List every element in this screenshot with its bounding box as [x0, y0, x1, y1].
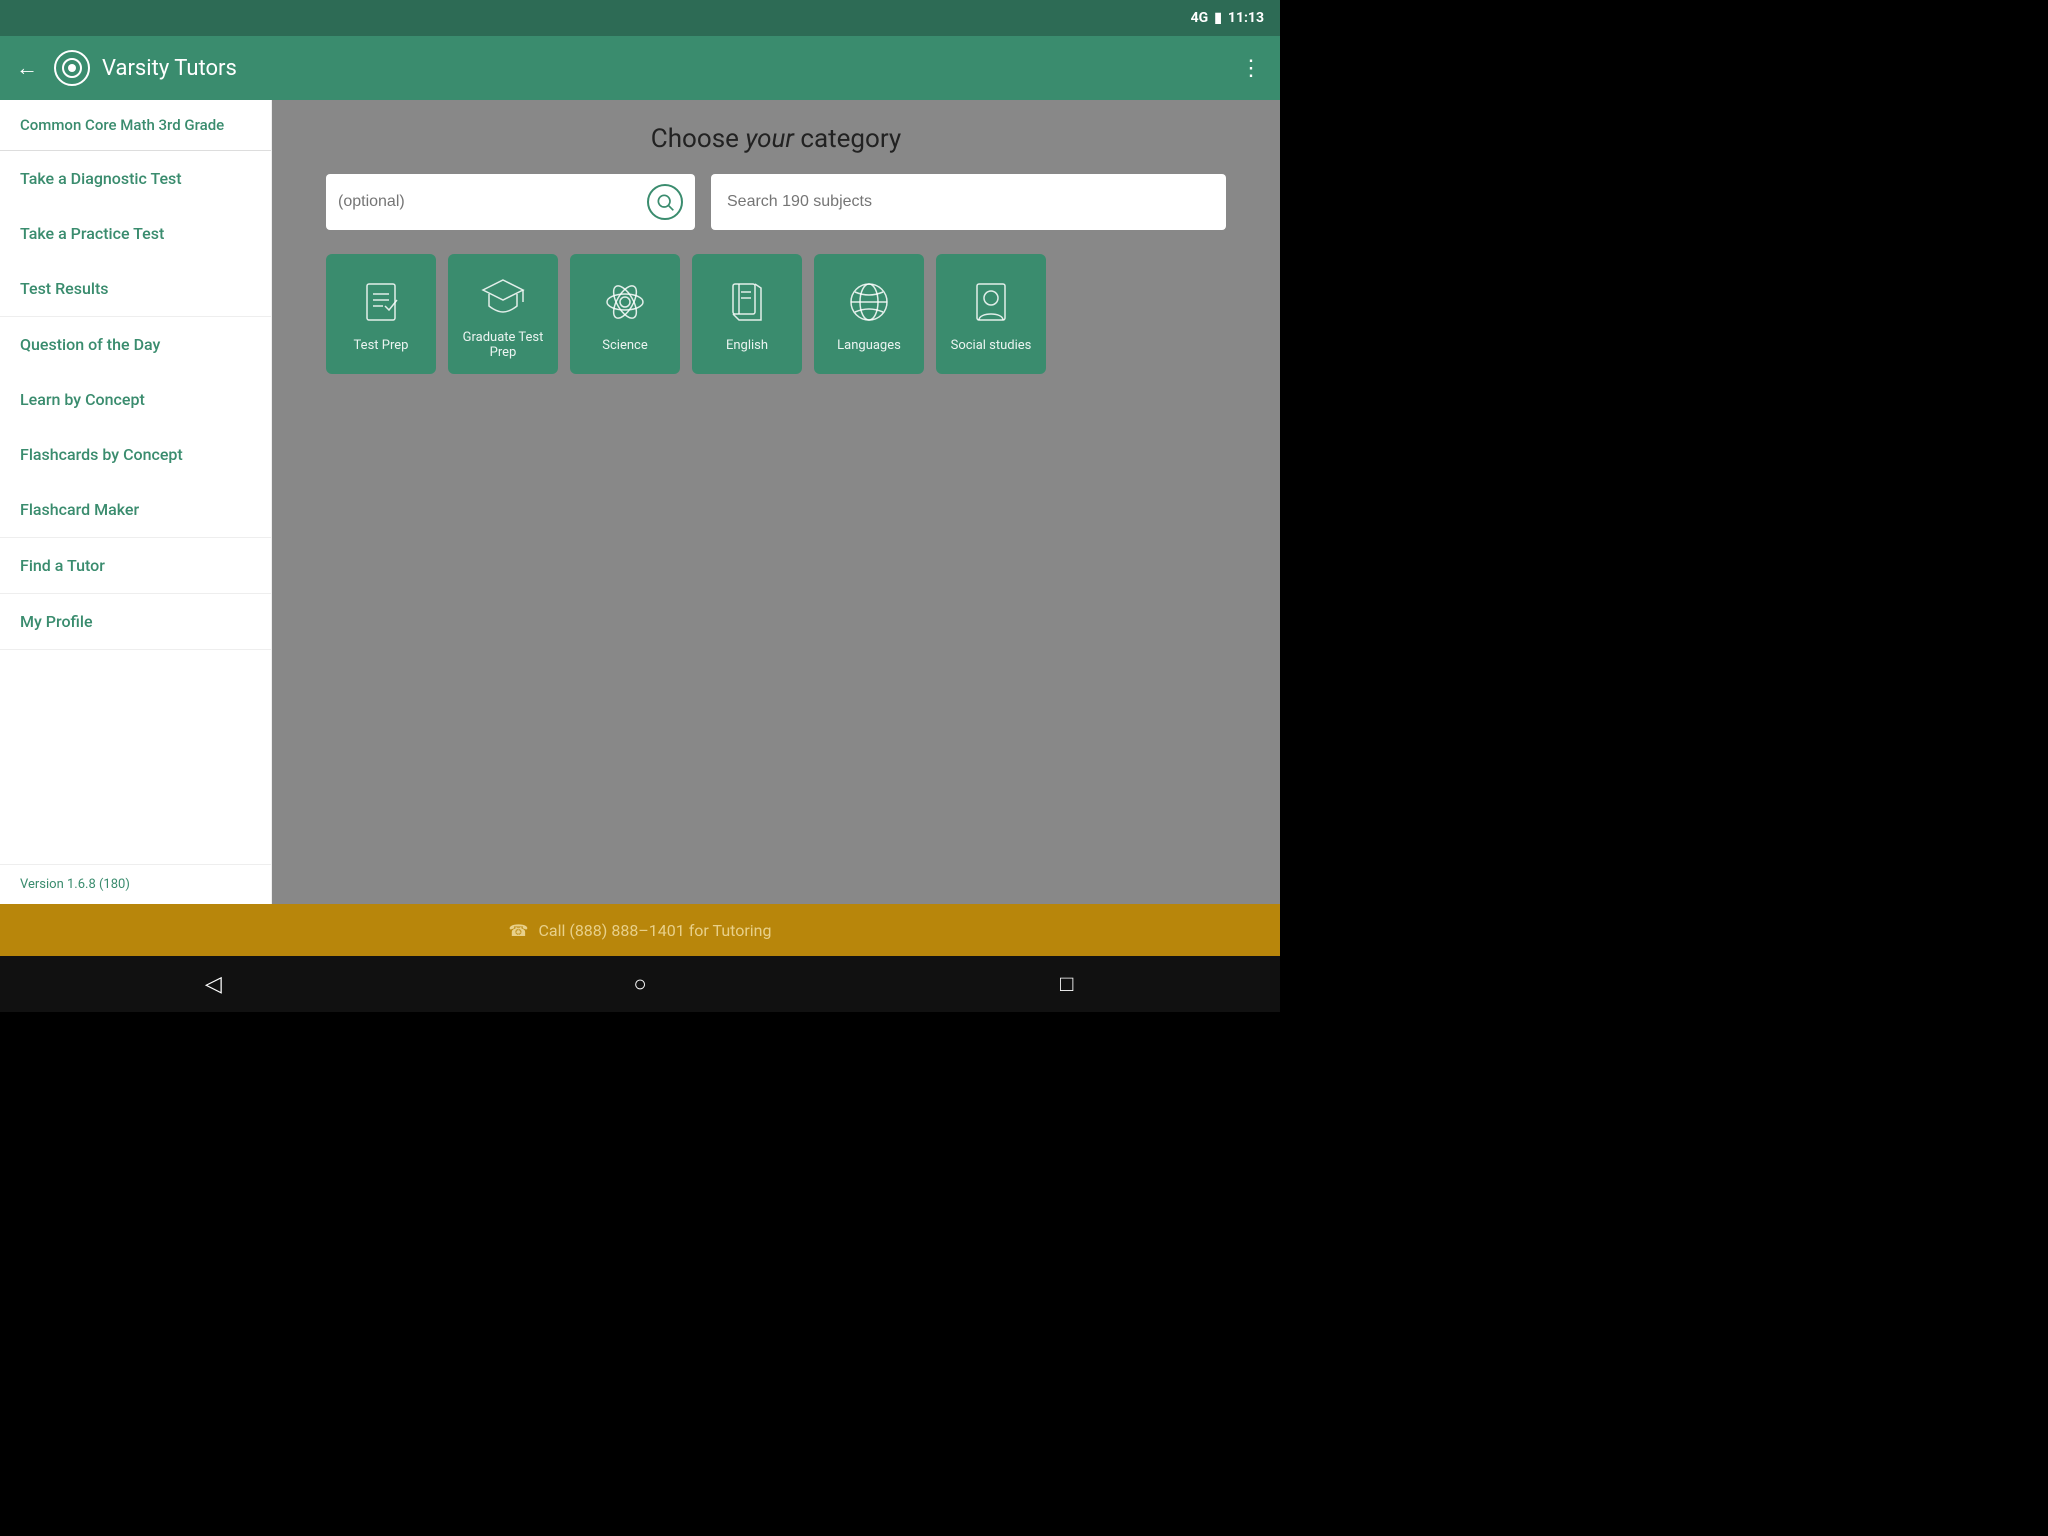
- title-italic: your: [745, 124, 794, 154]
- gold-bar-text: Call (888) 888–1401 for Tutoring: [538, 921, 771, 940]
- gold-bar[interactable]: ☎ Call (888) 888–1401 for Tutoring: [0, 904, 1280, 956]
- sidebar-spacer: [0, 650, 271, 864]
- sidebar-item-take-diagnostic-test[interactable]: Take a Diagnostic Test: [0, 151, 271, 206]
- category-grid: Test Prep Graduate Test Prep: [326, 254, 1226, 374]
- social-studies-icon: [965, 276, 1017, 328]
- category-card-english[interactable]: English: [692, 254, 802, 374]
- sidebar-group-profile: My Profile: [0, 594, 271, 650]
- main-layout: Common Core Math 3rd Grade Take a Diagno…: [0, 100, 1280, 904]
- test-prep-icon: [355, 276, 407, 328]
- category-card-social-studies[interactable]: Social studies: [936, 254, 1046, 374]
- sidebar-item-my-profile[interactable]: My Profile: [0, 594, 271, 649]
- optional-search-input[interactable]: [338, 193, 647, 211]
- sidebar-group-tutor: Find a Tutor: [0, 538, 271, 594]
- nav-recents-button[interactable]: □: [1037, 964, 1097, 1004]
- app-logo: [54, 50, 90, 86]
- search-icon-button[interactable]: [647, 184, 683, 220]
- signal-indicator: 4G: [1191, 10, 1209, 26]
- sidebar-header: Common Core Math 3rd Grade: [0, 100, 271, 151]
- science-icon: [599, 276, 651, 328]
- app-bar: ← Varsity Tutors ⋮: [0, 36, 1280, 100]
- app-title: Varsity Tutors: [102, 56, 1240, 81]
- optional-search-box[interactable]: [326, 174, 695, 230]
- nav-back-button[interactable]: ◁: [183, 964, 243, 1004]
- test-prep-label: Test Prep: [354, 338, 409, 353]
- graduate-test-prep-icon: [477, 268, 529, 320]
- battery-icon: ▮: [1214, 10, 1222, 26]
- back-button[interactable]: ←: [16, 55, 38, 81]
- sidebar-item-flashcards-by-concept[interactable]: Flashcards by Concept: [0, 427, 271, 482]
- sidebar-item-learn-by-concept[interactable]: Learn by Concept: [0, 372, 271, 427]
- subject-search-input[interactable]: [727, 193, 1210, 211]
- category-card-graduate-test-prep[interactable]: Graduate Test Prep: [448, 254, 558, 374]
- subject-search-box[interactable]: [711, 174, 1226, 230]
- sidebar-group-tests: Take a Diagnostic Test Take a Practice T…: [0, 151, 271, 317]
- title-suffix: category: [794, 124, 901, 154]
- sidebar-item-flashcard-maker[interactable]: Flashcard Maker: [0, 482, 271, 537]
- sidebar: Common Core Math 3rd Grade Take a Diagno…: [0, 100, 272, 904]
- category-card-languages[interactable]: Languages: [814, 254, 924, 374]
- languages-icon: [843, 276, 895, 328]
- search-row: [326, 174, 1226, 230]
- content-title: Choose your category: [651, 124, 901, 154]
- title-prefix: Choose: [651, 124, 746, 154]
- phone-icon: ☎: [509, 921, 529, 940]
- science-label: Science: [602, 338, 647, 353]
- english-label: English: [726, 338, 768, 353]
- english-icon: [721, 276, 773, 328]
- sidebar-item-test-results[interactable]: Test Results: [0, 261, 271, 316]
- languages-label: Languages: [837, 338, 901, 353]
- content-area: Choose your category: [272, 100, 1280, 904]
- category-card-science[interactable]: Science: [570, 254, 680, 374]
- bottom-nav: ◁ ○ □: [0, 956, 1280, 1012]
- graduate-test-prep-label: Graduate Test Prep: [448, 330, 558, 360]
- overflow-menu-button[interactable]: ⋮: [1240, 56, 1264, 81]
- clock: 11:13: [1228, 10, 1264, 26]
- sidebar-item-question-of-the-day[interactable]: Question of the Day: [0, 317, 271, 372]
- sidebar-group-study: Question of the Day Learn by Concept Fla…: [0, 317, 271, 538]
- status-icons: 4G ▮ 11:13: [1191, 10, 1264, 26]
- social-studies-label: Social studies: [951, 338, 1032, 353]
- nav-home-button[interactable]: ○: [610, 964, 670, 1004]
- status-bar: 4G ▮ 11:13: [0, 0, 1280, 36]
- sidebar-version: Version 1.6.8 (180): [0, 864, 271, 904]
- category-card-test-prep[interactable]: Test Prep: [326, 254, 436, 374]
- sidebar-item-find-a-tutor[interactable]: Find a Tutor: [0, 538, 271, 593]
- sidebar-item-take-practice-test[interactable]: Take a Practice Test: [0, 206, 271, 261]
